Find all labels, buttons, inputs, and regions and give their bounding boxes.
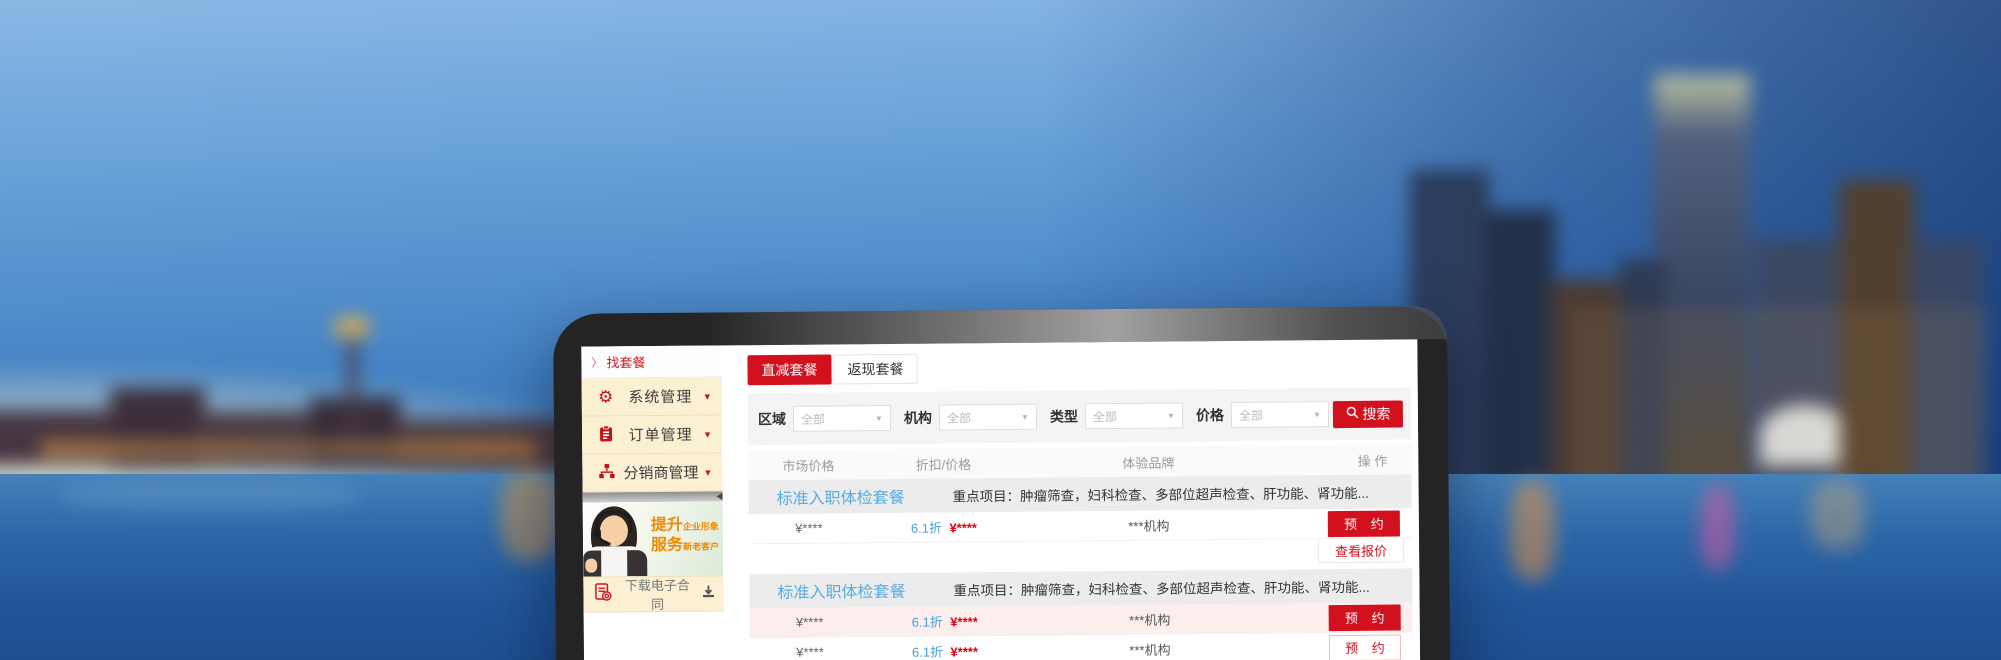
discount-value: 6.1折 <box>911 520 942 535</box>
agent-illustration <box>627 550 647 576</box>
menu-label: 订单管理 <box>618 424 703 446</box>
caret-down-icon: ▼ <box>875 414 883 423</box>
type-select[interactable]: 全部 ▼ <box>1085 402 1183 429</box>
header-brand: 体验品牌 <box>1018 451 1278 472</box>
app-screen: 〉 找套餐 ⚙ 系统管理 ▼ 订单管理 ▼ 分销商管理 ▼ <box>581 339 1420 660</box>
agent-illustration <box>585 559 597 573</box>
filter-label: 价格 <box>1196 405 1224 425</box>
tab-cashback[interactable]: 返现套餐 <box>833 354 917 385</box>
gear-icon: ⚙ <box>594 388 618 405</box>
header-market-price: 市场价格 <box>748 455 868 475</box>
clipboard-icon <box>594 425 618 445</box>
market-price-value: ¥**** <box>750 614 870 630</box>
caret-down-icon: ▼ <box>1167 411 1175 420</box>
package-description: 重点项目：肿瘤筛查，妇科检查、多部位超声检查、肝功能、肾功能... <box>953 482 1369 506</box>
promo-line2-small: 新老客户 <box>683 541 719 551</box>
package-group-title: 标准入职体检套餐 重点项目：肿瘤筛查，妇科检查、多部位超声检查、肝功能、肾功能.… <box>749 568 1412 608</box>
search-label: 搜索 <box>1362 404 1390 424</box>
select-value: 全部 <box>1093 407 1117 424</box>
select-value: 全部 <box>1239 406 1263 423</box>
book-button[interactable]: 预 约 <box>1329 604 1401 631</box>
package-link[interactable]: 标准入职体检套餐 <box>777 577 953 603</box>
sidebar-item-distributor-management[interactable]: 分销商管理 ▼ <box>582 453 722 492</box>
promo-line1-big: 提升 <box>651 517 683 534</box>
brand-value: ***机构 <box>1019 515 1279 536</box>
filter-institution: 机构 全部 ▼ <box>904 404 1037 431</box>
filter-bar: 区域 全部 ▼ 机构 全部 ▼ 类型 全部 <box>748 387 1411 445</box>
filter-label: 类型 <box>1050 406 1078 426</box>
find-package-label: 找套餐 <box>606 352 645 371</box>
price-value: ¥**** <box>950 644 978 659</box>
book-button[interactable]: 预 约 <box>1328 510 1400 537</box>
discount-value: 6.1折 <box>912 644 943 659</box>
tab-bar: 直减套餐 返现套餐 <box>747 349 1417 385</box>
table-row: ¥**** 6.1折 ¥**** ***机构 预 约 <box>750 632 1413 660</box>
discount-price-cell: 6.1折 ¥**** <box>870 610 1020 631</box>
chevron-down-icon: ▼ <box>703 429 712 439</box>
book-button[interactable]: 预 约 <box>1329 634 1401 660</box>
menu-label: 系统管理 <box>618 386 703 408</box>
light-reflection <box>1700 485 1735 570</box>
discount-price-cell: 6.1折 ¥**** <box>869 516 1019 537</box>
promo-line1-small: 企业形象 <box>683 521 719 531</box>
select-value: 全部 <box>801 410 825 427</box>
org-chart-icon <box>594 463 618 482</box>
chevron-right-icon: 〉 <box>591 354 602 370</box>
sidebar-item-find-package[interactable]: 〉 找套餐 <box>581 345 721 378</box>
light-reflection <box>1510 480 1555 580</box>
price-value: ¥**** <box>949 520 977 535</box>
light-reflection <box>1810 480 1865 550</box>
sidebar-item-system-management[interactable]: ⚙ 系统管理 ▼ <box>582 377 722 416</box>
institution-select[interactable]: 全部 ▼ <box>939 404 1037 431</box>
package-group-title: 标准入职体检套餐 重点项目：肿瘤筛查，妇科检查、多部位超声检查、肝功能、肾功能.… <box>748 474 1411 514</box>
search-icon <box>1345 406 1358 422</box>
header-discount-price: 折扣/价格 <box>868 453 1018 473</box>
filter-region: 区域 全部 ▼ <box>758 405 891 432</box>
filter-label: 机构 <box>904 408 932 428</box>
caret-down-icon: ▼ <box>1021 412 1029 421</box>
chevron-down-icon: ▼ <box>703 467 712 477</box>
search-button[interactable]: 搜索 <box>1333 400 1403 428</box>
tab-direct-discount[interactable]: 直减套餐 <box>747 354 831 385</box>
region-select[interactable]: 全部 ▼ <box>793 405 891 432</box>
view-quote-link[interactable]: 查看报价 <box>1318 538 1404 563</box>
light-reflection <box>500 470 560 560</box>
filter-label: 区域 <box>758 409 786 429</box>
header-action: 操 作 <box>1278 450 1411 470</box>
download-contract-button[interactable]: 下载电子合同 <box>583 575 723 612</box>
package-description: 重点项目：肿瘤筛查，妇科检查、多部位超声检查、肝功能、肾功能... <box>953 576 1369 600</box>
promo-line2-big: 服务 <box>651 537 683 554</box>
download-contract-label: 下载电子合同 <box>619 575 695 614</box>
package-table: 市场价格 折扣/价格 体验品牌 操 作 标准入职体检套餐 重点项目：肿瘤筛查，妇… <box>748 444 1413 660</box>
brand-value: ***机构 <box>1020 609 1280 630</box>
contract-seal-icon <box>593 582 613 607</box>
package-link[interactable]: 标准入职体检套餐 <box>777 483 953 509</box>
tablet-device: 〉 找套餐 ⚙ 系统管理 ▼ 订单管理 ▼ 分销商管理 ▼ <box>553 306 1451 660</box>
headset-icon <box>594 528 601 538</box>
discount-price-cell: 6.1折 ¥**** <box>870 640 1020 660</box>
headset-icon <box>596 510 632 532</box>
download-icon <box>701 584 715 603</box>
filter-type: 类型 全部 ▼ <box>1050 402 1183 429</box>
discount-value: 6.1折 <box>912 614 943 629</box>
menu-label: 分销商管理 <box>618 462 703 484</box>
select-value: 全部 <box>947 409 971 426</box>
brand-value: ***机构 <box>1020 639 1280 660</box>
water-shimmer <box>60 480 360 510</box>
market-price-value: ¥**** <box>749 520 869 536</box>
price-select[interactable]: 全部 ▼ <box>1231 401 1329 428</box>
promo-banner[interactable]: 提升企业形象 服务新老客户 <box>583 501 724 576</box>
sidebar-item-order-management[interactable]: 订单管理 ▼ <box>582 415 722 454</box>
chevron-down-icon: ▼ <box>703 391 712 401</box>
caret-down-icon: ▼ <box>1313 410 1321 419</box>
market-price-value: ¥**** <box>750 644 870 660</box>
price-value: ¥**** <box>950 614 978 629</box>
main-content: 直减套餐 返现套餐 区域 全部 ▼ 机构 全部 ▼ <box>721 339 1420 660</box>
filter-price: 价格 全部 ▼ <box>1196 401 1329 428</box>
sidebar: 〉 找套餐 ⚙ 系统管理 ▼ 订单管理 ▼ 分销商管理 ▼ <box>581 345 724 660</box>
promo-slogan: 提升企业形象 服务新老客户 <box>651 515 719 556</box>
